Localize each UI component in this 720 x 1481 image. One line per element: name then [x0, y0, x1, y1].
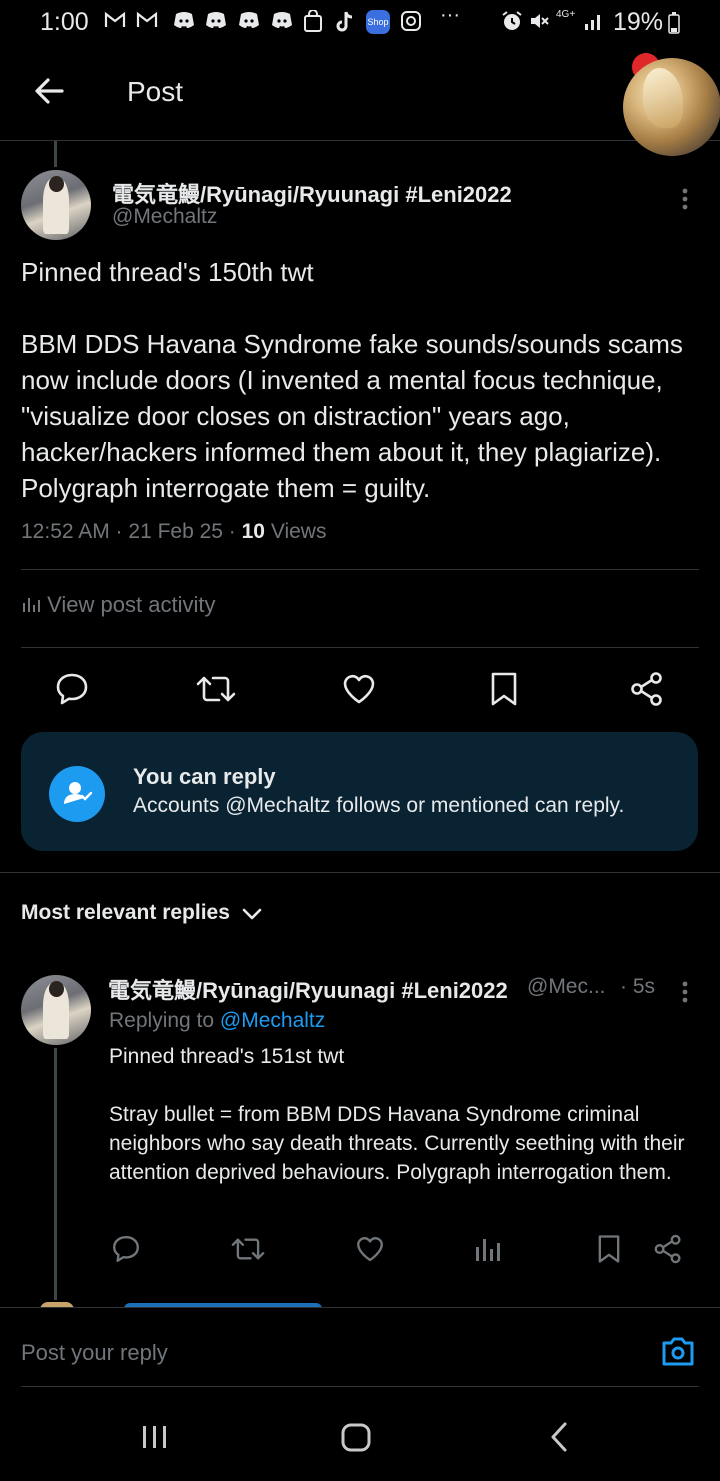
home-icon[interactable] — [339, 1420, 373, 1459]
reply-input[interactable]: Post your reply — [21, 1340, 168, 1366]
user-check-icon — [49, 766, 105, 822]
post-timestamp: 12:52 AM · 21 Feb 25 · 10 Views — [21, 520, 326, 544]
more-options-icon[interactable] — [676, 186, 694, 217]
avatar[interactable] — [21, 975, 91, 1045]
tiktok-icon — [334, 10, 356, 40]
share-icon[interactable] — [628, 670, 666, 713]
discord-icon — [204, 10, 228, 36]
reply-text: Pinned thread's 151st twt Stray bullet =… — [109, 1042, 699, 1187]
reply-text-line: Pinned thread's 151st twt — [109, 1045, 345, 1068]
author-handle[interactable]: @Mechaltz — [112, 205, 217, 229]
thread-line — [54, 1048, 57, 1300]
post-text-line: Pinned thread's 150th twt — [21, 257, 314, 287]
like-icon[interactable] — [340, 670, 378, 713]
reply-author-handle[interactable]: @Mec... — [527, 975, 606, 999]
chevron-down-icon[interactable] — [241, 905, 263, 928]
shopping-bag-icon — [303, 9, 323, 38]
replying-to-handle[interactable]: @Mechaltz — [220, 1009, 325, 1032]
divider — [21, 1386, 699, 1387]
divider — [21, 647, 699, 648]
floating-avatar-bubble[interactable] — [623, 58, 720, 156]
instagram-icon — [400, 10, 422, 38]
reply-author-name[interactable]: 電気竜鰻/Ryūnagi/Ryuunagi #Leni2022 — [108, 973, 508, 1005]
signal-icon — [583, 10, 605, 38]
gmail-icon — [136, 10, 158, 36]
4g-icon: 4G+ — [556, 9, 576, 20]
reply-timestamp[interactable]: · 5s — [620, 975, 655, 999]
view-post-activity-label: View post activity — [47, 592, 216, 617]
share-icon[interactable] — [652, 1233, 684, 1270]
replying-to: Replying to @Mechaltz — [109, 1009, 325, 1033]
divider — [0, 872, 720, 873]
more-dots-icon: ··· — [440, 4, 460, 26]
post-text-line: BBM DDS Havana Syndrome fake sounds/soun… — [21, 329, 683, 503]
battery-icon — [668, 12, 680, 39]
alarm-icon — [500, 10, 524, 38]
divider — [21, 569, 699, 570]
reply-icon[interactable] — [110, 1233, 142, 1270]
post-time[interactable]: 12:52 AM · 21 Feb 25 · — [21, 520, 242, 543]
analytics-icon[interactable] — [474, 1233, 502, 1270]
avatar[interactable] — [21, 170, 91, 240]
discord-icon — [270, 10, 294, 36]
nav-back-icon[interactable] — [545, 1420, 573, 1459]
shop-icon: Shop — [366, 10, 390, 34]
replying-to-prefix: Replying to — [109, 1009, 220, 1032]
repost-icon[interactable] — [195, 670, 237, 713]
status-time: 1:00 — [40, 8, 89, 36]
reply-restriction-card — [21, 732, 698, 851]
back-arrow-icon[interactable] — [32, 74, 66, 113]
reply-restriction-title: You can reply — [133, 764, 276, 789]
reply-icon[interactable] — [53, 670, 91, 713]
bookmark-icon[interactable] — [594, 1233, 624, 1270]
gmail-icon — [104, 10, 126, 36]
battery-percent: 19% — [613, 8, 664, 36]
reply-text-line: Stray bullet = from BBM DDS Havana Syndr… — [109, 1103, 685, 1184]
post-text: Pinned thread's 150th twt BBM DDS Havana… — [21, 254, 706, 506]
discord-icon — [172, 10, 196, 36]
reply-sort-dropdown[interactable]: Most relevant replies — [21, 901, 230, 925]
status-bar: 1:00 Shop ··· 4G+ 19% — [0, 0, 720, 48]
camera-icon[interactable] — [660, 1334, 696, 1373]
mute-icon — [528, 10, 550, 38]
view-post-activity[interactable]: View post activity — [21, 592, 215, 618]
recent-apps-icon[interactable] — [140, 1420, 170, 1459]
like-icon[interactable] — [354, 1233, 386, 1270]
discord-icon — [237, 10, 261, 36]
views-count: 10 — [241, 520, 265, 543]
views-label: Views — [264, 520, 327, 543]
reply-restriction-text: Accounts @Mechaltz follows or mentioned … — [133, 794, 625, 817]
repost-icon[interactable] — [230, 1233, 266, 1270]
more-options-icon[interactable] — [676, 979, 694, 1010]
top-app-bar — [0, 48, 720, 141]
page-title: Post — [127, 76, 184, 107]
analytics-icon — [21, 592, 47, 617]
thread-line — [54, 141, 57, 167]
bookmark-icon[interactable] — [486, 670, 522, 713]
